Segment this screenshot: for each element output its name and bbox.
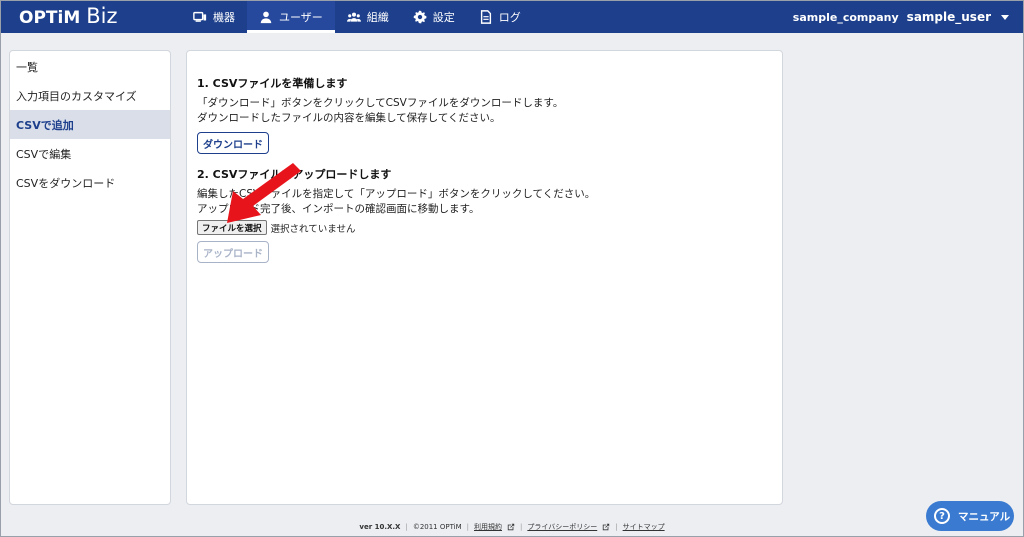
terms-link[interactable]: 利用規約 (474, 522, 502, 532)
sidebar-item-label: 一覧 (16, 60, 38, 74)
step1-line1: 「ダウンロード」ボタンをクリックしてCSVファイルをダウンロードします。 (197, 97, 564, 109)
nav-organization[interactable]: 組織 (335, 1, 401, 33)
sidebar-item-list[interactable]: 一覧 (10, 52, 170, 81)
logo-biz: Biz (86, 4, 118, 28)
footer: ver 10.X.X | ©2011 OPTiM | 利用規約 | プライバシー… (1, 522, 1023, 532)
nav-settings[interactable]: 設定 (401, 1, 467, 33)
step1-title: 1. CSVファイルを準備します (197, 77, 348, 90)
sidebar-item-csv-edit[interactable]: CSVで編集 (10, 139, 170, 168)
nav-settings-label: 設定 (432, 11, 455, 24)
sidebar-item-label: CSVで編集 (16, 147, 72, 161)
sitemap-link[interactable]: サイトマップ (623, 522, 665, 532)
footer-divider: | (405, 523, 408, 531)
nav-organization-label: 組織 (366, 11, 389, 24)
company-name: sample_company (792, 10, 899, 24)
user-name: sample_user (906, 10, 991, 24)
nav-logs-label: ログ (498, 11, 521, 24)
document-icon (480, 10, 491, 24)
help-icon: ? (934, 508, 950, 524)
upload-button[interactable]: アップロード (197, 241, 269, 263)
footer-divider: | (466, 523, 469, 531)
nav-users[interactable]: ユーザー (247, 1, 335, 33)
nav-logs[interactable]: ログ (467, 1, 533, 33)
device-icon (193, 11, 207, 22)
nav-devices-label: 機器 (213, 11, 235, 24)
footer-divider: | (615, 523, 618, 531)
organization-icon (346, 12, 361, 22)
nav-users-label: ユーザー (279, 11, 323, 24)
account-menu[interactable]: sample_company sample_user (793, 1, 1009, 33)
sidebar-item-label: CSVで追加 (16, 118, 74, 132)
user-icon (260, 11, 272, 24)
main-panel: 1. CSVファイルを準備します 「ダウンロード」ボタンをクリックしてCSVファ… (186, 50, 783, 505)
logo-optim: OPTiM (19, 8, 81, 28)
sidebar-item-csv-download[interactable]: CSVをダウンロード (10, 168, 170, 197)
sidebar-item-csv-add[interactable]: CSVで追加 (10, 110, 170, 139)
copyright-text: ©2011 OPTiM (412, 523, 462, 531)
sidebar-item-label: CSVをダウンロード (16, 176, 116, 190)
chevron-down-icon (1001, 14, 1009, 20)
main-nav: 機器 ユーザー 組織 設定 ログ (181, 1, 533, 33)
manual-button[interactable]: ? マニュアル (926, 501, 1014, 531)
sidebar: 一覧 入力項目のカスタマイズ CSVで追加 CSVで編集 CSVをダウンロード (9, 50, 171, 505)
download-button[interactable]: ダウンロード (197, 132, 269, 154)
sidebar-item-customize-fields[interactable]: 入力項目のカスタマイズ (10, 81, 170, 110)
external-link-icon (507, 523, 515, 531)
top-header: OPTiM Biz 機器 ユーザー 組織 設定 ログ sample_compan… (1, 1, 1023, 33)
external-link-icon (603, 523, 610, 531)
privacy-link[interactable]: プライバシーポリシー (527, 522, 597, 532)
gear-icon (413, 10, 427, 24)
step1-line2: ダウンロードしたファイルの内容を編集して保存してください。 (197, 112, 501, 124)
version-text: ver 10.X.X (359, 523, 401, 531)
sidebar-item-label: 入力項目のカスタマイズ (16, 89, 137, 103)
manual-label: マニュアル (958, 510, 1011, 523)
step1-section: 1. CSVファイルを準備します 「ダウンロード」ボタンをクリックしてCSVファ… (197, 75, 563, 154)
nav-devices[interactable]: 機器 (181, 1, 247, 33)
red-arrow-annotation (227, 163, 301, 223)
app-logo[interactable]: OPTiM Biz (19, 4, 118, 30)
footer-divider: | (520, 523, 523, 531)
